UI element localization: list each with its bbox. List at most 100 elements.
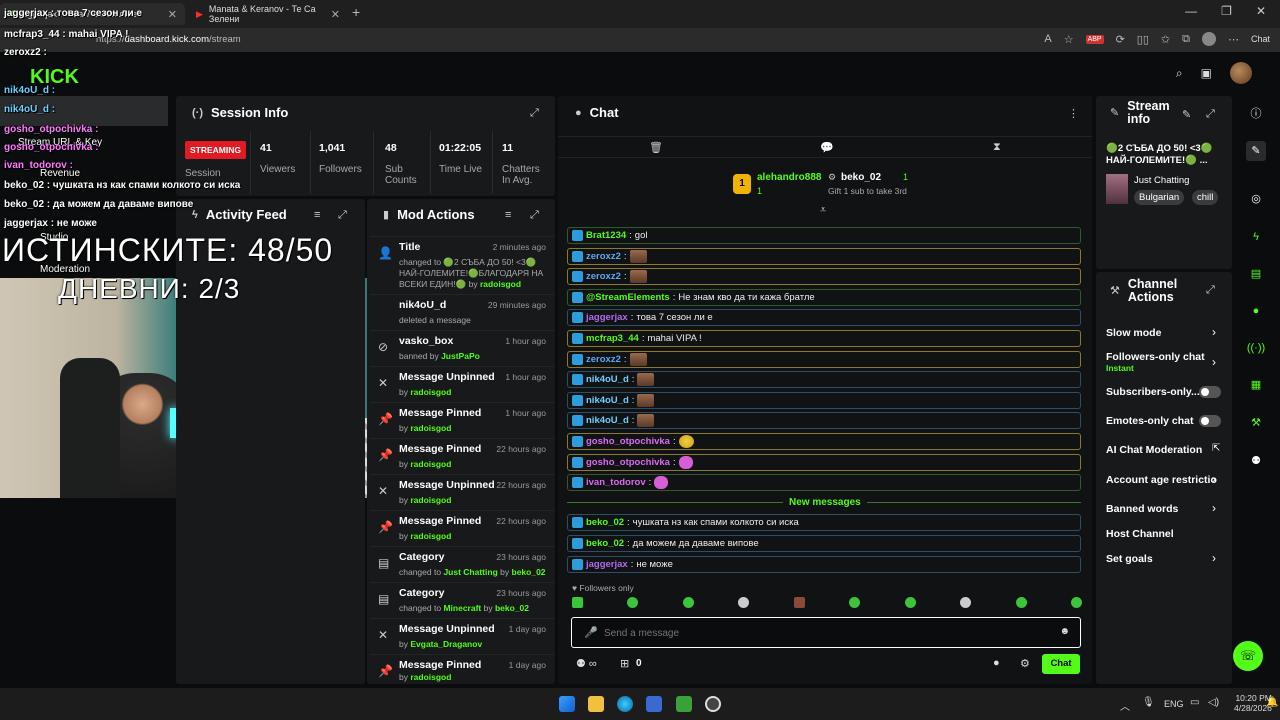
chat-username[interactable]: zeroxz2: [586, 251, 621, 262]
maximize-icon[interactable]: ❐: [1221, 4, 1232, 18]
chat-message[interactable]: Brat1234: gol: [567, 227, 1081, 244]
chat-message[interactable]: zeroxz2:: [567, 268, 1081, 286]
clipboard-icon[interactable]: ▤: [1246, 264, 1266, 284]
users-icon[interactable]: ⚉ ∞: [576, 657, 597, 670]
notification-icon[interactable]: 🔔: [1266, 697, 1278, 708]
search-icon[interactable]: ⌕: [1176, 66, 1183, 81]
emote-icon[interactable]: [904, 597, 916, 608]
chevron-right-icon[interactable]: ›: [1212, 325, 1216, 339]
emote-icon[interactable]: [572, 597, 583, 608]
chat-username[interactable]: zeroxz2: [586, 271, 621, 282]
user-avatar[interactable]: [1230, 62, 1252, 84]
expand-icon[interactable]: ⤢: [1206, 108, 1215, 121]
menu-revenue[interactable]: Revenue: [40, 168, 80, 179]
chat-username[interactable]: beko_02: [586, 517, 624, 528]
chat-username[interactable]: zeroxz2: [586, 354, 621, 365]
minimize-icon[interactable]: —: [1185, 4, 1197, 18]
mod-action-row[interactable]: ✕ Message Unpinned 1 day ago by Evgata_Drag…: [370, 618, 554, 654]
mod-action-row[interactable]: ▤ Category 23 hours ago changed to Just Cha…: [370, 546, 554, 582]
broadcast-icon[interactable]: ((·)): [1246, 338, 1266, 358]
chat-username[interactable]: @StreamElements: [586, 292, 670, 303]
refresh-icon[interactable]: ⟳: [1116, 33, 1125, 46]
gift-box-icon[interactable]: ⊞: [620, 657, 629, 670]
tag-chip[interactable]: chill: [1192, 190, 1219, 205]
emote-icon[interactable]: [960, 597, 972, 608]
mod-action-row[interactable]: 📌 Message Pinned 1 hour ago by radoisgod: [370, 402, 554, 438]
host-channel-item[interactable]: Host Channel: [1106, 528, 1174, 540]
chat-username[interactable]: gosho_otpochivka: [586, 457, 670, 468]
external-link-icon[interactable]: ⇱: [1212, 443, 1220, 454]
chat-message[interactable]: nik4oU_d:: [567, 391, 1081, 409]
chat-username[interactable]: Brat1234: [586, 230, 626, 241]
emote-icon[interactable]: [1070, 597, 1082, 608]
expand-icon[interactable]: ⤢: [1206, 284, 1215, 297]
pencil-icon[interactable]: ✎: [1246, 141, 1266, 161]
chat-username[interactable]: jaggerjax: [586, 559, 628, 570]
chat-message[interactable]: jaggerjax: това 7 сезон ли е: [567, 309, 1081, 327]
emote-icon[interactable]: [793, 597, 805, 608]
file-explorer-icon[interactable]: [588, 696, 604, 712]
close-window-icon[interactable]: ✕: [1256, 4, 1266, 18]
collapse-icon[interactable]: ⩡: [820, 204, 826, 217]
filter-icon[interactable]: ≡: [314, 209, 320, 221]
mod-action-row[interactable]: ✕ Message Unpinned 22 hours ago by radoisgo…: [370, 474, 554, 510]
subscribers-only-toggle[interactable]: [1199, 386, 1221, 398]
edge-browser-icon[interactable]: [617, 696, 633, 712]
chat-message[interactable]: zeroxz2:: [567, 247, 1081, 265]
emote-icon[interactable]: [849, 597, 861, 608]
windows-start-icon[interactable]: [559, 696, 575, 712]
wrench-icon[interactable]: ⚒: [1246, 413, 1266, 433]
chat-bubble-icon[interactable]: ●: [1246, 301, 1266, 321]
expand-icon[interactable]: ⤢: [530, 107, 539, 120]
bolt-icon[interactable]: ϟ: [1246, 227, 1266, 247]
settings-gear-icon[interactable]: ⚙: [1020, 657, 1030, 670]
ai-moderation-item[interactable]: AI Chat Moderation: [1106, 444, 1202, 456]
emote-icon[interactable]: [627, 597, 639, 608]
chat-rules-icon[interactable]: ●: [993, 657, 1000, 669]
tag-chip[interactable]: Bulgarian: [1134, 190, 1185, 205]
chat-message[interactable]: ivan_todorov:: [567, 474, 1081, 492]
send-chat-button[interactable]: Chat: [1042, 654, 1080, 674]
chat-message[interactable]: @StreamElements: Не знам кво да ти кажа б…: [567, 288, 1081, 306]
language-indicator[interactable]: ENG: [1164, 699, 1184, 709]
mod-action-row[interactable]: 📌 Message Pinned 1 day ago by radoisgod: [370, 654, 554, 684]
trash-icon[interactable]: 🗑: [649, 141, 663, 154]
followers-only-item[interactable]: Followers-only chat: [1106, 351, 1205, 363]
category-name[interactable]: Just Chatting: [1134, 175, 1189, 186]
chat-message[interactable]: mcfrap3_44: mahai VIPA !: [567, 330, 1081, 347]
mod-action-row[interactable]: 📌 Message Pinned 22 hours ago by radoisgod: [370, 438, 554, 474]
browser-tab[interactable]: ▶ Manata & Keranov - Те Са Зелени ✕: [188, 3, 348, 25]
hourglass-icon[interactable]: ⧗: [993, 141, 1001, 154]
chevron-right-icon[interactable]: ›: [1212, 355, 1216, 369]
chat-message[interactable]: zeroxz2:: [567, 350, 1081, 368]
mod-action-row[interactable]: 📌 Message Pinned 22 hours ago by radoisgod: [370, 510, 554, 546]
target-icon[interactable]: ◎: [1246, 189, 1266, 209]
chat-input-box[interactable]: 🎤 ☻: [571, 617, 1081, 648]
chevron-right-icon[interactable]: ›: [1212, 501, 1216, 515]
chat-username[interactable]: nik4oU_d: [586, 415, 629, 426]
account-age-item[interactable]: Account age restrictio: [1106, 474, 1217, 486]
mod-action-row[interactable]: ▤ Category 23 hours ago changed to Minecraf…: [370, 582, 554, 618]
chat-username[interactable]: ivan_todorov: [586, 477, 646, 488]
close-icon[interactable]: ✕: [331, 8, 340, 21]
chevron-right-icon[interactable]: ›: [1212, 472, 1216, 486]
favorite-star-icon[interactable]: ☆: [1064, 33, 1074, 46]
slow-mode-item[interactable]: Slow mode: [1106, 327, 1161, 339]
microphone-icon[interactable]: 🎤: [584, 626, 598, 639]
read-aloud-icon[interactable]: A: [1044, 33, 1051, 45]
obs-icon[interactable]: [705, 696, 721, 712]
extension-icon[interactable]: ABP: [1085, 34, 1104, 44]
chat-message[interactable]: nik4oU_d:: [567, 371, 1081, 389]
chat-username[interactable]: beko_02: [586, 538, 624, 549]
chat-message[interactable]: beko_02: да можем да даваме випове: [567, 535, 1081, 552]
emotes-only-toggle[interactable]: [1199, 415, 1221, 427]
chevron-right-icon[interactable]: ›: [1212, 551, 1216, 565]
chat-message[interactable]: nik4oU_d:: [567, 412, 1081, 430]
copilot-chat-button[interactable]: Chat: [1251, 34, 1270, 44]
chat-username[interactable]: nik4oU_d: [586, 395, 629, 406]
studio-icon[interactable]: ▣: [1201, 66, 1212, 80]
mod-action-row[interactable]: ✕ Message Unpinned 1 hour ago by radoisgod: [370, 366, 554, 402]
banned-words-item[interactable]: Banned words: [1106, 503, 1178, 515]
layout-icon[interactable]: ▦: [1246, 375, 1266, 395]
new-tab-icon[interactable]: +: [352, 4, 360, 20]
